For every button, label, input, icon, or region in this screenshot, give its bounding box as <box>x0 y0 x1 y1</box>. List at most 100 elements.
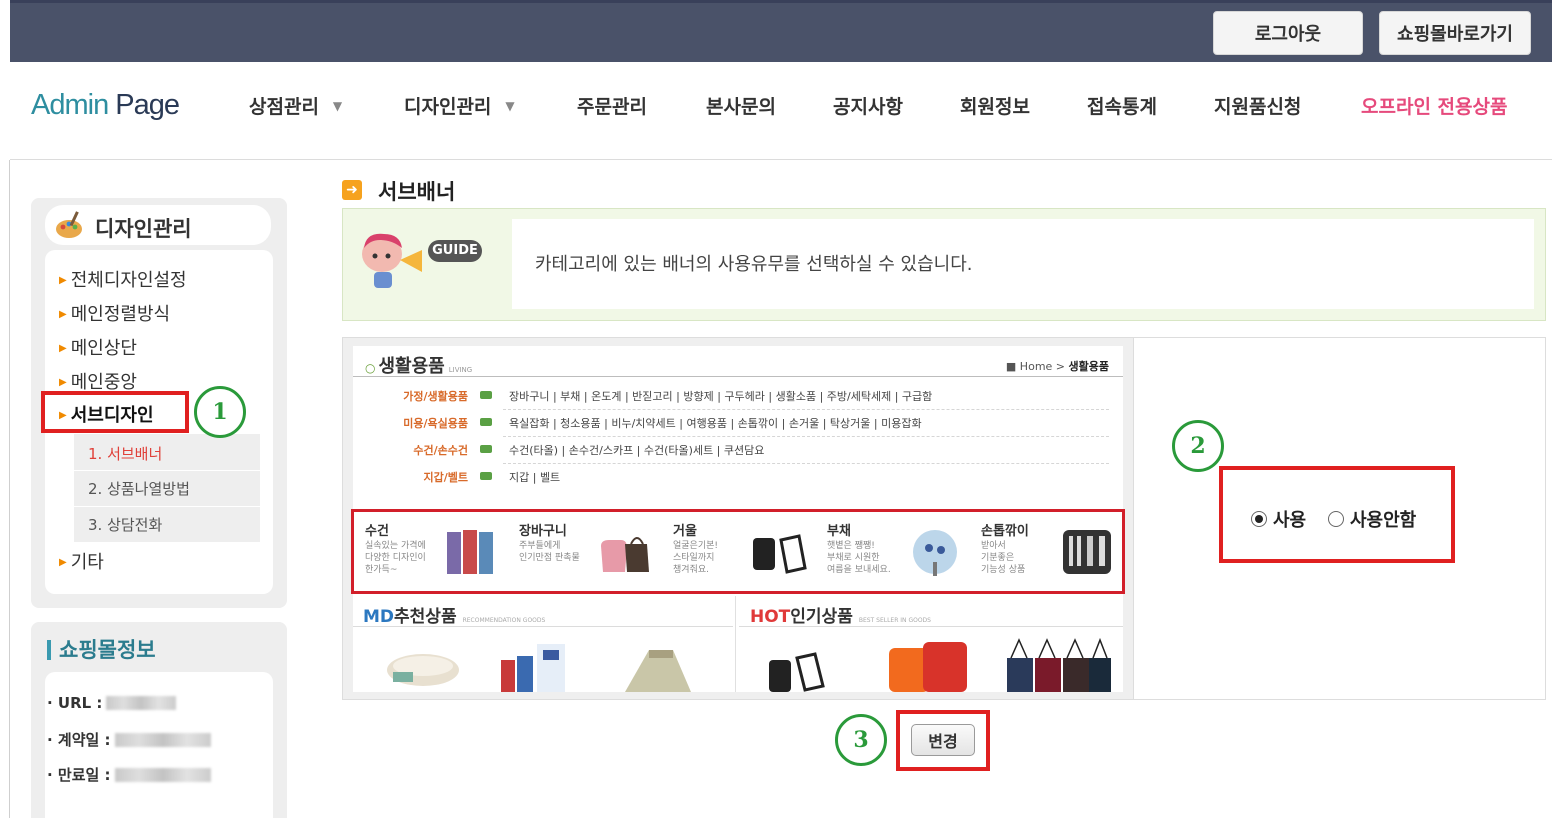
nav-item-orders[interactable]: 주문관리 <box>577 92 647 119</box>
preview-title-eng: LIVING <box>448 366 473 374</box>
nav-item-label: 상점관리 <box>249 96 319 118</box>
nav-item-notice[interactable]: 공지사항 <box>833 92 903 119</box>
info-row-url: · URL : <box>47 694 177 712</box>
go-to-mall-button[interactable]: 쇼핑몰바로가기 <box>1379 11 1531 55</box>
arrow-right-icon: ▶ <box>59 557 67 568</box>
arrow-right-icon: ▶ <box>59 275 67 286</box>
sidebar-submenu: 1. 서브배너 2. 상품나열방법 3. 상담전화 <box>74 434 260 542</box>
category-name: 지갑/벨트 <box>423 471 469 484</box>
radio-not-use[interactable]: 사용안함 <box>1328 506 1416 532</box>
md-product-image <box>501 644 565 692</box>
logo-page-text: Page <box>108 89 180 121</box>
info-label: 만료일 : <box>57 766 111 784</box>
md-title-eng: RECOMMENDATION GOODS <box>462 617 546 624</box>
category-row: 지갑/벨트 지갑 | 벨트 <box>353 464 1123 491</box>
arrow-right-icon: ▶ <box>59 377 67 388</box>
sidebar-item-label: 기타 <box>70 552 104 573</box>
hot-title-accent: HOT <box>750 607 791 627</box>
md-product-image <box>625 650 691 692</box>
sidebar-title: 디자인관리 <box>45 205 271 245</box>
shop-info-title-text: 쇼핑몰정보 <box>59 638 156 662</box>
category-items: 장바구니 | 부채 | 온도계 | 반짇고리 | 방향제 | 구두헤라 | 생활… <box>509 390 933 403</box>
nav-item-store[interactable]: 상점관리 ▼ <box>249 92 342 119</box>
logo-admin-text: Admin <box>31 89 109 121</box>
arrow-right-icon: ▶ <box>59 309 67 320</box>
category-bullet-icon <box>480 391 492 399</box>
shop-info-title: 쇼핑몰정보 <box>47 634 156 664</box>
guide-badge: GUIDE <box>428 240 482 262</box>
change-button[interactable]: 변경 <box>911 724 975 756</box>
radio-use[interactable]: 사용 <box>1251 506 1306 532</box>
logout-button[interactable]: 로그아웃 <box>1213 11 1363 55</box>
page-title: 서브배너 <box>378 180 456 204</box>
divider <box>353 376 1123 377</box>
info-row-contract: · 계약일 : <box>47 729 211 750</box>
sidebar-item-all-design[interactable]: ▶ 전체디자인설정 <box>59 266 187 292</box>
info-label: 계약일 : <box>57 731 111 749</box>
nav-item-design[interactable]: 디자인관리 ▼ <box>404 92 515 119</box>
step-marker-1: 1 <box>194 386 246 438</box>
category-items: 지갑 | 벨트 <box>509 471 561 484</box>
divider <box>1133 338 1134 699</box>
sidebar-item-label: 메인정렬방식 <box>70 304 171 325</box>
md-title-text: 추천상품 <box>394 607 457 627</box>
radio-unchecked-icon[interactable] <box>1328 511 1344 527</box>
main-nav: Admin Page 상점관리 ▼ 디자인관리 ▼ 주문관리 본사문의 공지사항 회… <box>10 62 1552 160</box>
circle-icon: ○ <box>365 361 376 375</box>
category-items: 욕실잡화 | 청소용품 | 비누/치약세트 | 여행용품 | 손톱깎이 | 손거… <box>509 417 922 430</box>
nav-item-offline[interactable]: 오프라인 전용상품 <box>1361 92 1507 119</box>
divider <box>353 626 733 627</box>
sidebar-item-label: 메인중앙 <box>70 372 137 393</box>
sidebar-item-label: 전체디자인설정 <box>70 270 187 291</box>
arrow-right-icon: ➜ <box>342 180 362 200</box>
step-marker-2: 2 <box>1172 420 1224 472</box>
category-row: 수건/손수건 수건(타올) | 손수건/스카프 | 수건(타올)세트 | 쿠션담… <box>353 437 1123 464</box>
preview-title: ○ 생활용품 LIVING <box>365 352 472 378</box>
redacted-value <box>106 696 177 710</box>
sidebar-item-label: 메인상단 <box>70 338 137 359</box>
nav-item-label: 디자인관리 <box>404 96 492 118</box>
highlight-box-sub-design <box>41 391 189 433</box>
hot-product-image <box>889 642 967 692</box>
nav-item-member[interactable]: 회원정보 <box>960 92 1030 119</box>
nav-item-stats[interactable]: 접속통계 <box>1087 92 1157 119</box>
category-bullet-icon <box>480 418 492 426</box>
info-bar-icon <box>47 640 51 660</box>
sidebar-item-main-top[interactable]: ▶ 메인상단 <box>59 334 137 360</box>
subitem-sub-banner[interactable]: 1. 서브배너 <box>88 443 162 464</box>
sidebar-item-etc[interactable]: ▶ 기타 <box>59 548 104 574</box>
admin-page-logo[interactable]: Admin Page <box>31 89 180 122</box>
hot-product-image <box>769 652 825 692</box>
preview-title-text: 생활용품 <box>378 356 445 377</box>
breadcrumb-home: ■ Home > <box>1005 360 1069 373</box>
radio-checked-icon[interactable] <box>1251 511 1267 527</box>
highlight-box-sub-banner <box>351 509 1125 594</box>
hot-section-title: HOT인기상품 BEST SELLER IN GOODS <box>750 602 931 627</box>
category-bullet-icon <box>480 445 492 453</box>
arrow-right-icon: ▶ <box>59 343 67 354</box>
nav-item-support[interactable]: 지원품신청 <box>1214 92 1301 119</box>
subitem-product-list[interactable]: 2. 상품나열방법 <box>88 478 190 499</box>
md-product-image <box>387 654 459 686</box>
category-bullet-icon <box>480 472 492 480</box>
radio-use-label: 사용 <box>1273 510 1307 531</box>
md-section-title: MD추천상품 RECOMMENDATION GOODS <box>363 602 545 627</box>
hot-title-text: 인기상품 <box>790 607 853 627</box>
md-title-accent: MD <box>363 607 395 627</box>
category-row: 가정/생활용품 장바구니 | 부채 | 온도계 | 반짇고리 | 방향제 | 구… <box>353 383 1123 410</box>
subitem-consult-phone[interactable]: 3. 상담전화 <box>88 514 162 535</box>
top-bar: 로그아웃 쇼핑몰바로가기 <box>10 0 1552 62</box>
divider <box>74 506 260 507</box>
hot-product-image <box>1007 637 1111 692</box>
redacted-value <box>114 733 211 747</box>
category-name: 미용/욕실용품 <box>403 417 468 430</box>
nav-item-inquiry[interactable]: 본사문의 <box>706 92 776 119</box>
info-row-expiry: · 만료일 : <box>47 764 211 785</box>
radio-not-use-label: 사용안함 <box>1350 510 1417 531</box>
breadcrumb-current: 생활용품 <box>1068 360 1109 373</box>
divider <box>735 596 736 692</box>
sidebar-item-main-sort[interactable]: ▶ 메인정렬방식 <box>59 300 170 326</box>
guide-character-icon <box>362 233 422 288</box>
sidebar-title-text: 디자인관리 <box>95 217 192 241</box>
hot-title-eng: BEST SELLER IN GOODS <box>858 617 931 624</box>
